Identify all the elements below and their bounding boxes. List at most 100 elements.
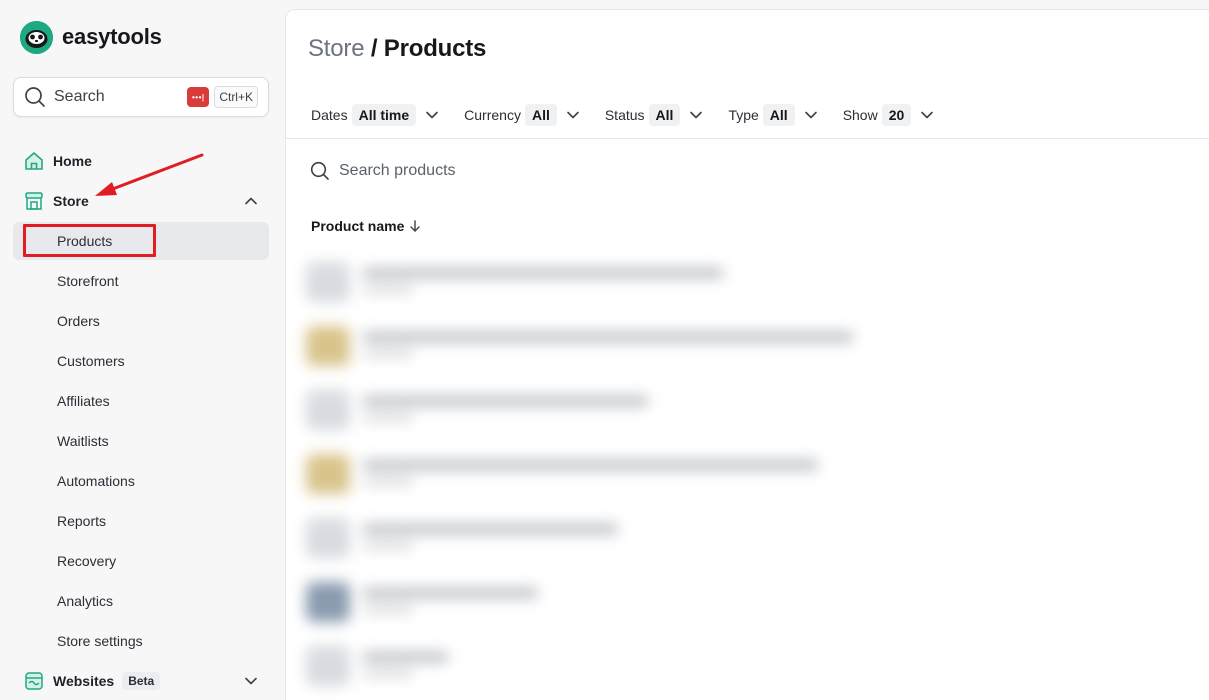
breadcrumb-separator: /: [364, 35, 384, 62]
sidebar-item-storefront[interactable]: Storefront: [13, 262, 269, 300]
product-thumbnail: [306, 262, 350, 302]
sidebar-item-label: Store settings: [57, 633, 143, 649]
sidebar-item-label: Automations: [57, 473, 135, 489]
filter-bar: Dates All time Currency All Status All T…: [311, 102, 959, 128]
column-header-label: Product name: [311, 218, 405, 234]
search-icon: [25, 87, 45, 107]
product-thumbnail: [306, 582, 350, 622]
table-row[interactable]: [301, 634, 901, 698]
sidebar: easytools Search •••| Ctrl+K Home Store: [0, 0, 284, 700]
redacted-product-name: [363, 332, 853, 342]
beta-badge: Beta: [122, 672, 161, 690]
sidebar-item-orders[interactable]: Orders: [13, 302, 269, 340]
filter-value: All: [524, 104, 557, 126]
product-search-placeholder: Search products: [339, 162, 456, 179]
redacted-product-meta: [363, 542, 413, 549]
filter-label: Currency: [464, 107, 521, 123]
chevron-down-icon: [804, 111, 817, 119]
redacted-product-name: [363, 524, 618, 534]
product-thumbnail: [306, 454, 350, 494]
filter-show[interactable]: Show 20: [843, 104, 936, 126]
sidebar-item-label: Storefront: [57, 273, 119, 289]
redacted-product-name: [363, 652, 448, 662]
chevron-up-icon[interactable]: [243, 193, 259, 209]
chevron-down-icon: [426, 111, 438, 119]
sidebar-item-reports[interactable]: Reports: [13, 502, 269, 540]
filter-type[interactable]: Type All: [728, 104, 818, 126]
search-shortcut: Ctrl+K: [214, 86, 258, 108]
sidebar-item-waitlists[interactable]: Waitlists: [13, 422, 269, 460]
app-logo[interactable]: easytools: [20, 20, 162, 54]
home-icon: [25, 152, 43, 170]
filter-value: All time: [351, 104, 417, 126]
sidebar-item-recovery[interactable]: Recovery: [13, 542, 269, 580]
redacted-product-meta: [363, 414, 413, 421]
sidebar-item-automations[interactable]: Automations: [13, 462, 269, 500]
table-row[interactable]: [301, 250, 901, 314]
sidebar-item-label: Reports: [57, 513, 107, 529]
filter-status[interactable]: Status All: [605, 104, 705, 126]
table-row[interactable]: [301, 378, 901, 442]
filter-label: Dates: [311, 107, 348, 123]
product-thumbnail: [306, 326, 350, 366]
filter-label: Type: [728, 107, 759, 123]
product-thumbnail: [306, 518, 350, 558]
filter-dates[interactable]: Dates All time: [311, 104, 440, 126]
sidebar-item-label: Recovery: [57, 553, 117, 569]
redacted-product-meta: [363, 478, 413, 485]
search-icon: [310, 161, 329, 180]
sidebar-item-label: Waitlists: [57, 433, 109, 449]
page-title-text: Products: [383, 35, 487, 62]
table-row[interactable]: [301, 506, 901, 570]
table-row[interactable]: [301, 314, 901, 378]
sloth-logo-icon: [20, 20, 53, 54]
redacted-product-name: [363, 460, 818, 470]
password-manager-icon[interactable]: •••|: [187, 87, 210, 107]
column-header-product-name[interactable]: Product name: [311, 218, 422, 234]
sidebar-item-label: Websites: [53, 673, 115, 689]
table-row[interactable]: [301, 570, 901, 634]
breadcrumb-store[interactable]: Store: [308, 35, 365, 62]
sidebar-item-affiliates[interactable]: Affiliates: [13, 382, 269, 420]
product-thumbnail: [306, 646, 350, 686]
chevron-down-icon: [921, 111, 934, 119]
product-thumbnail: [306, 390, 350, 430]
main-panel: Store / Products Dates All time Currency…: [285, 9, 1209, 700]
chevron-down-icon: [567, 111, 579, 119]
filter-label: Show: [842, 107, 878, 123]
redacted-product-meta: [363, 670, 413, 677]
page-title: Store / Products: [308, 35, 486, 63]
chevron-down-icon[interactable]: [243, 673, 259, 689]
password-manager-badge-text: •••|: [191, 92, 205, 102]
sidebar-item-analytics[interactable]: Analytics: [13, 582, 269, 620]
websites-icon: [25, 672, 43, 690]
annotation-highlight-box: [23, 224, 156, 257]
filter-currency[interactable]: Currency All: [464, 104, 581, 126]
sidebar-item-label: Store: [53, 193, 89, 209]
redacted-product-name: [363, 268, 723, 278]
sidebar-item-label: Analytics: [57, 593, 114, 609]
redacted-product-meta: [363, 350, 413, 357]
sidebar-item-websites[interactable]: Websites Beta: [13, 662, 269, 700]
filter-value: All: [648, 104, 681, 126]
redacted-product-meta: [363, 606, 413, 613]
sidebar-item-customers[interactable]: Customers: [13, 342, 269, 380]
redacted-product-name: [363, 396, 648, 406]
annotation-arrow-icon: [95, 153, 204, 196]
chevron-down-icon: [690, 111, 703, 119]
filter-value: All: [762, 104, 795, 126]
sidebar-item-label: Affiliates: [57, 393, 110, 409]
sidebar-item-store-settings[interactable]: Store settings: [13, 622, 269, 660]
product-search-input[interactable]: Search products: [310, 161, 456, 181]
store-icon: [25, 192, 43, 210]
product-list: [301, 250, 901, 698]
sidebar-item-label: Orders: [57, 313, 100, 329]
sidebar-item-label: Home: [53, 153, 92, 169]
filter-divider: [286, 138, 1209, 139]
sidebar-search[interactable]: Search •••| Ctrl+K: [13, 77, 269, 117]
sidebar-item-label: Customers: [57, 353, 125, 369]
filter-value: 20: [881, 104, 912, 126]
search-label: Search: [54, 88, 105, 105]
app-name: easytools: [62, 24, 162, 49]
table-row[interactable]: [301, 442, 901, 506]
